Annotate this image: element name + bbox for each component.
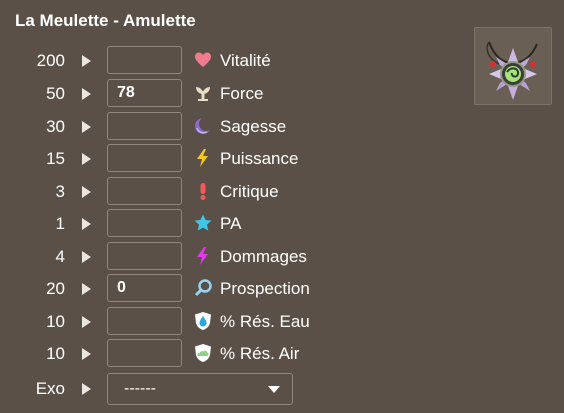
stat-value: 20: [46, 279, 65, 298]
water-shield-icon: [195, 312, 211, 330]
stat-label: Force: [220, 84, 264, 103]
dommages-input[interactable]: [107, 242, 182, 270]
stat-row-sagesse: 30 Sagesse: [0, 111, 564, 143]
sagesse-input[interactable]: [107, 112, 182, 140]
arrow-right-icon[interactable]: [82, 283, 91, 295]
stat-value: 3: [55, 182, 65, 201]
res-eau-input[interactable]: [107, 307, 182, 335]
exo-select[interactable]: ------: [107, 373, 293, 405]
stat-row-res-eau: 10 % Rés. Eau: [0, 306, 564, 338]
moon-icon: [195, 117, 213, 134]
exo-label: Exo: [35, 379, 65, 398]
stat-row-force: 50 Force: [0, 78, 564, 110]
arrow-right-icon[interactable]: [82, 186, 91, 198]
stat-label: Puissance: [220, 149, 299, 168]
stat-value: 4: [55, 247, 65, 266]
stat-row-critique: 3 Critique: [0, 176, 564, 208]
critique-input[interactable]: [107, 177, 182, 205]
exclamation-icon: [200, 183, 206, 200]
stat-label: PA: [220, 214, 242, 233]
stat-row-pa: 1 PA: [0, 208, 564, 240]
item-title: La Meulette - Amulette: [15, 11, 196, 30]
stat-row-prospection: 20 Prospection: [0, 273, 564, 305]
stat-value: 200: [36, 51, 65, 70]
force-icon: [196, 87, 210, 101]
stat-label: Prospection: [220, 279, 310, 298]
stat-value: 10: [46, 312, 65, 331]
puissance-input[interactable]: [107, 144, 182, 172]
air-shield-icon: [195, 344, 211, 362]
stat-value: 50: [46, 84, 65, 103]
prospection-input[interactable]: [107, 274, 182, 302]
stat-label: Vitalité: [220, 51, 271, 70]
lightning-icon: [197, 149, 208, 167]
exo-select-value: ------: [124, 380, 156, 397]
arrow-right-icon[interactable]: [82, 55, 91, 67]
heart-icon: [195, 52, 211, 67]
res-air-input[interactable]: [107, 339, 182, 367]
exo-row: Exo ------: [0, 373, 564, 405]
arrow-right-icon[interactable]: [82, 316, 91, 328]
stat-row-dommages: 4 Dommages: [0, 241, 564, 273]
stat-label: % Rés. Air: [220, 344, 300, 363]
stat-label: Sagesse: [220, 117, 287, 136]
stat-value: 1: [55, 214, 65, 233]
force-input[interactable]: [107, 79, 182, 107]
lightning-pink-icon: [197, 247, 208, 265]
magnifier-icon: [194, 279, 212, 297]
stat-row-puissance: 15 Puissance: [0, 143, 564, 175]
arrow-right-icon[interactable]: [82, 251, 91, 263]
stat-value: 15: [46, 149, 65, 168]
stat-label: Dommages: [220, 247, 307, 266]
arrow-right-icon[interactable]: [82, 348, 91, 360]
stat-label: % Rés. Eau: [220, 312, 310, 331]
arrow-right-icon[interactable]: [82, 88, 91, 100]
chevron-down-icon: [268, 386, 280, 393]
arrow-right-icon[interactable]: [82, 383, 91, 395]
stat-row-res-air: 10 % Rés. Air: [0, 338, 564, 370]
arrow-right-icon[interactable]: [82, 121, 91, 133]
star-icon: [194, 214, 212, 231]
arrow-right-icon[interactable]: [82, 153, 91, 165]
arrow-right-icon[interactable]: [82, 218, 91, 230]
pa-input[interactable]: [107, 209, 182, 237]
stat-value: 10: [46, 344, 65, 363]
vitalite-input[interactable]: [107, 46, 182, 74]
stat-label: Critique: [220, 182, 279, 201]
stat-value: 30: [46, 117, 65, 136]
stat-row-vitalite: 200 Vitalité: [0, 45, 564, 77]
